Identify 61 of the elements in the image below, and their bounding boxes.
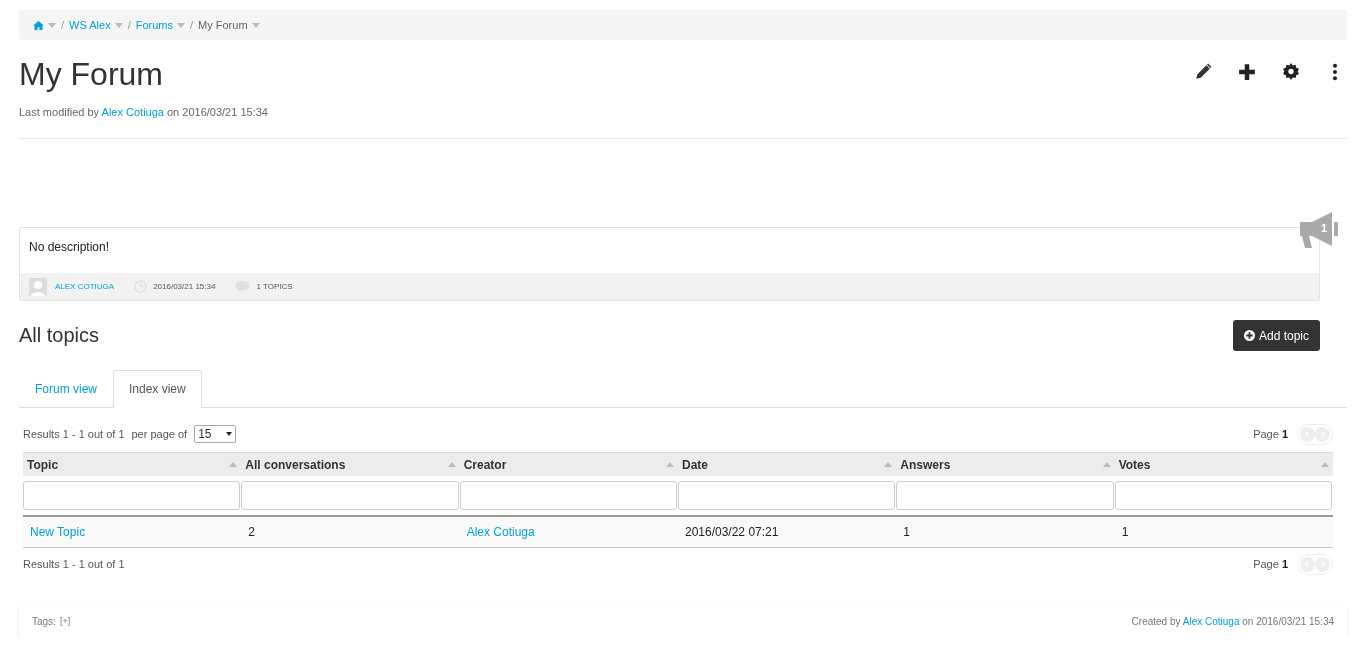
results-count: Results 1 - 1 out of 1: [23, 558, 125, 570]
breadcrumb-separator: /: [127, 19, 131, 31]
home-link[interactable]: [33, 20, 44, 30]
sort-icon: [1321, 462, 1329, 467]
filter-field[interactable]: [241, 481, 459, 510]
sort-icon: [666, 462, 674, 467]
caret-icon: [251, 22, 260, 28]
avatar-icon: [29, 277, 47, 296]
view-tab[interactable]: Forum view: [19, 370, 113, 407]
modified-info: Last modified by Alex Cotiuga on 2016/03/21 15:34: [19, 106, 268, 118]
sort-icon: [1102, 462, 1111, 467]
add-icon: [1238, 63, 1256, 81]
page-indicator: Page 1: [1253, 428, 1288, 440]
breadcrumb-separator: /: [190, 19, 194, 31]
caret-icon: [114, 22, 123, 28]
author-link[interactable]: Alex Cotiuga: [1182, 615, 1240, 627]
per-page-select[interactable]: 15: [194, 425, 237, 443]
view-tab[interactable]: Index view: [113, 370, 202, 408]
breadcrumb-separator: /: [61, 19, 65, 31]
results-count: Results 1 - 1 out of 1: [23, 428, 125, 440]
add-tag-link[interactable]: [+]: [59, 616, 71, 626]
table-link[interactable]: Alex Cotiuga: [466, 525, 535, 539]
column-header[interactable]: Answers: [896, 452, 1115, 476]
settings-icon: [1282, 63, 1300, 81]
count-label: 1: [1321, 222, 1328, 234]
dropdown-caret-icon: [226, 432, 233, 436]
column-header[interactable]: Topic: [23, 452, 242, 476]
breadcrumb-current[interactable]: My Forum: [198, 19, 248, 31]
table-cell: 1: [903, 525, 910, 539]
sort-icon: [447, 462, 456, 467]
page-title: My Forum: [19, 58, 164, 90]
column-header[interactable]: Date: [678, 452, 897, 476]
column-header[interactable]: Creator: [459, 452, 678, 476]
description-text: No description!: [28, 239, 111, 256]
table-cell: 1: [1121, 525, 1129, 539]
topic-count: 1 TOPICS: [256, 282, 293, 291]
caret-icon: [48, 22, 56, 28]
home-icon: [33, 20, 44, 30]
table-cell: 2: [248, 525, 255, 539]
section-title: All topics: [19, 324, 100, 347]
sort-icon: [229, 462, 238, 467]
date-text: 2016/03/21 15:34: [153, 282, 216, 291]
filter-field[interactable]: [23, 481, 241, 510]
caret-icon: [177, 22, 185, 28]
column-header[interactable]: All conversations: [241, 452, 460, 476]
column-header[interactable]: Votes: [1114, 452, 1333, 476]
table-link[interactable]: New Topic: [30, 525, 86, 539]
per-page-label: per page of: [131, 428, 188, 440]
sort-icon: [884, 462, 893, 467]
filter-field[interactable]: [896, 481, 1114, 510]
filter-field[interactable]: [678, 481, 896, 510]
filter-field[interactable]: [1114, 481, 1332, 510]
author-link[interactable]: Alex Cotiuga: [101, 106, 164, 118]
edit-icon: [1194, 63, 1212, 81]
created-info: Created by Alex Cotiuga on 2016/03/21 15:34: [1131, 615, 1334, 627]
filter-field[interactable]: [459, 481, 677, 510]
tags-label: Tags:: [32, 615, 56, 627]
table-cell: 2016/03/22 07:21: [685, 525, 779, 539]
add-topic-button[interactable]: Add topic: [1232, 320, 1320, 351]
plus-circle-icon: [1243, 330, 1255, 341]
page-indicator: Page 1: [1253, 558, 1288, 570]
